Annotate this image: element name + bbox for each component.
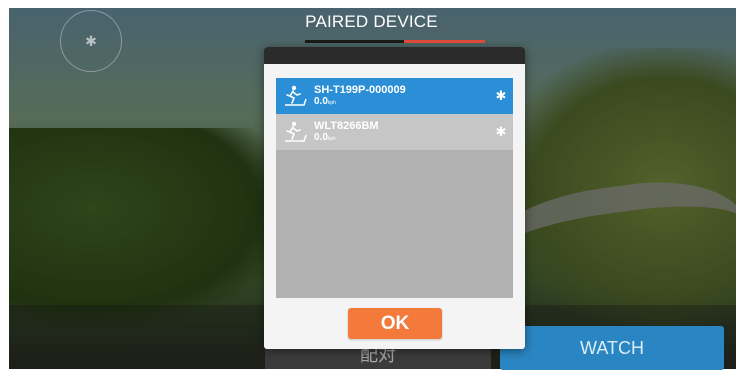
paired-device-dialog: SH-T199P-000009 0.0kph ✱ WLT8266BM 0.0kp… — [264, 47, 525, 349]
watch-button[interactable]: WATCH — [500, 326, 724, 370]
device-speed: 0.0kph — [314, 95, 336, 107]
dialog-header-bar — [264, 47, 525, 64]
device-row-selected[interactable]: SH-T199P-000009 0.0kph ✱ — [276, 78, 513, 114]
bluetooth-icon: ✱ — [85, 32, 97, 49]
treadmill-icon — [276, 78, 314, 114]
device-info: SH-T199P-000009 0.0kph — [314, 84, 489, 109]
device-info: WLT8266BM 0.0kph — [314, 120, 489, 145]
bluetooth-icon: ✱ — [495, 88, 507, 103]
device-list: SH-T199P-000009 0.0kph ✱ WLT8266BM 0.0kp… — [276, 78, 513, 298]
device-name: WLT8266BM — [314, 119, 379, 132]
device-name: SH-T199P-000009 — [314, 83, 406, 96]
speed-unit: kph — [327, 135, 336, 142]
device-speed: 0.0kph — [314, 131, 336, 143]
ok-button[interactable]: OK — [348, 308, 442, 339]
bluetooth-icon: ✱ — [495, 124, 507, 139]
page-title: PAIRED DEVICE — [305, 12, 438, 31]
speed-unit: kph — [327, 99, 336, 106]
device-row[interactable]: WLT8266BM 0.0kph ✱ — [276, 114, 513, 150]
treadmill-icon — [276, 114, 314, 150]
title-underline — [305, 40, 485, 43]
